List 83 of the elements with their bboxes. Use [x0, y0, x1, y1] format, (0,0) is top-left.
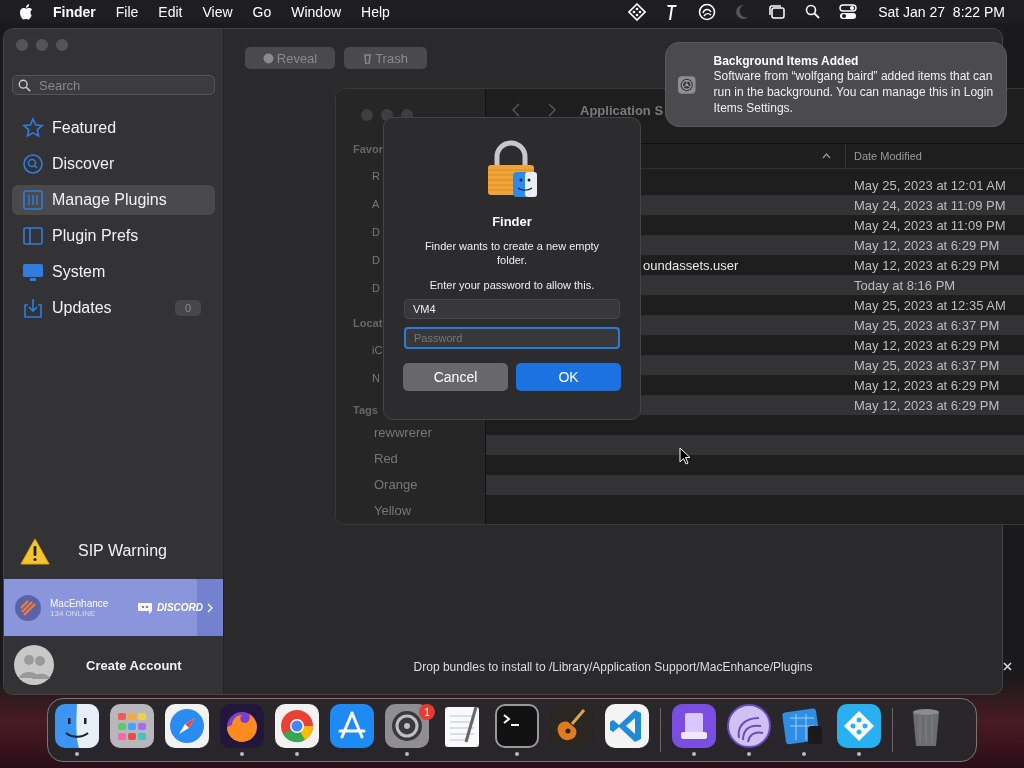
date-cell-text: May 12, 2023 at 6:29 PM: [853, 397, 1000, 413]
sort-caret-icon[interactable]: [822, 153, 831, 159]
ok-button[interactable]: OK: [516, 363, 621, 391]
star-icon: [22, 117, 44, 139]
warning-icon: [20, 537, 50, 565]
sidebar-item[interactable]: Plugin Prefs: [12, 221, 215, 251]
date-cell-text: May 25, 2023 at 12:01 AM: [853, 177, 1006, 193]
sidebar-item[interactable]: System: [12, 257, 215, 287]
guitar-icon[interactable]: [550, 704, 594, 748]
menu-item[interactable]: Window: [291, 3, 342, 20]
dialog-prompt: Enter your password to allow this.: [429, 279, 595, 291]
sidebar-heading: Tags: [353, 404, 379, 416]
community-name: MacEnhance: [50, 597, 109, 609]
search-icon: [18, 79, 31, 92]
notification-title: Background Items Added: [713, 53, 860, 68]
search-icon[interactable]: [805, 4, 821, 19]
date-cell-text: Today at 8:16 PM: [853, 277, 956, 293]
status-text: Drop bundles to install to /Library/Application Support/MacEnhance/Plugins: [412, 660, 814, 676]
swirl-circle-icon[interactable]: [698, 2, 717, 21]
menu-clock[interactable]: Sat Jan 27 8:22 PM: [878, 3, 1005, 20]
menu-item[interactable]: File: [115, 3, 139, 20]
diamond-grid-icon[interactable]: [628, 2, 647, 21]
ribbon-icon[interactable]: [605, 704, 649, 748]
column-header[interactable]: Date Modified: [846, 150, 922, 162]
plugin-icon: [22, 189, 44, 211]
tile-grid-icon[interactable]: [110, 704, 154, 748]
panel-icon: [22, 225, 44, 247]
sidebar-heading: Favor: [353, 143, 383, 155]
dialog-title: Finder: [492, 214, 532, 229]
search-field[interactable]: Search: [12, 75, 215, 95]
magnifier-circle-icon: [22, 153, 44, 175]
compass-icon[interactable]: [165, 704, 209, 748]
menu-app-name[interactable]: Finder: [53, 3, 96, 20]
sidebar-item[interactable]: Featured: [12, 113, 215, 143]
create-account-link[interactable]: Create Account: [86, 657, 182, 673]
user-silhouette-icon: [14, 645, 54, 685]
window-title: Application S: [580, 103, 664, 118]
a-shape-icon[interactable]: [330, 704, 374, 748]
username-field[interactable]: VM4: [404, 299, 620, 319]
date-cell-text: May 25, 2023 at 12:35 AM: [853, 297, 1006, 313]
date-cell-text: May 25, 2023 at 6:37 PM: [853, 317, 1000, 333]
smiling-face-icon[interactable]: [55, 704, 99, 748]
notification-badge: 1: [419, 704, 435, 720]
windows-icon[interactable]: [768, 3, 787, 20]
menu-item[interactable]: Help: [361, 3, 390, 20]
date-cell-text: May 24, 2023 at 11:09 PM: [853, 197, 1006, 213]
menu-item[interactable]: View: [202, 3, 233, 20]
cancel-button[interactable]: Cancel: [403, 363, 508, 391]
sidebar-item[interactable]: Discover: [12, 149, 215, 179]
date-cell-text: May 25, 2023 at 6:37 PM: [853, 357, 1000, 373]
password-field[interactable]: Password: [404, 327, 620, 349]
date-cell-text: May 12, 2023 at 6:29 PM: [853, 237, 1000, 253]
gear-icon[interactable]: [385, 704, 429, 748]
sip-warning-label[interactable]: SIP Warning: [78, 542, 167, 560]
date-cell-text: May 12, 2023 at 6:29 PM: [853, 377, 1000, 393]
swirl-icon[interactable]: [727, 704, 771, 748]
sidebar-item[interactable]: Manage Plugins: [12, 185, 215, 215]
menu-item[interactable]: Edit: [158, 3, 183, 20]
download-icon: [22, 297, 44, 319]
date-cell-text: May 12, 2023 at 6:29 PM: [853, 257, 1000, 273]
online-count: 134 ONLINE: [50, 608, 97, 618]
monitor-icon: [22, 261, 44, 283]
pointer-icon: [679, 447, 691, 465]
menu-item[interactable]: Go: [252, 3, 272, 20]
drive-icon[interactable]: [672, 704, 716, 748]
dialog-message: Finder wants to create a new empty folder.: [423, 239, 601, 267]
padlock-drawing: [485, 140, 539, 198]
circle-icon: [262, 52, 274, 64]
file-name[interactable]: oundassets.user: [643, 257, 739, 273]
ring-icon[interactable]: [275, 704, 319, 748]
trash-icon: [363, 52, 373, 64]
chevron-right-icon: [207, 602, 213, 613]
terminal-icon[interactable]: [495, 704, 539, 748]
flame-globe-icon[interactable]: [220, 704, 264, 748]
apple-icon[interactable]: [19, 3, 33, 20]
close-icon[interactable]: [1003, 662, 1012, 671]
notification-banner[interactable]: Background Items Added Software from “wolfgang baird” added items that can run in the background. You can manage this in Login Items Settings.: [665, 42, 1007, 127]
sidebar-heading: Locat: [353, 317, 383, 329]
date-cell-text: May 24, 2023 at 11:09 PM: [853, 217, 1006, 233]
notification-body: Software from “wolfgang baird” added items that can run in the background. You can manage this in Login Items Settings.: [713, 68, 995, 116]
discord-label: DISCORD: [156, 602, 203, 613]
date-cell-text: May 12, 2023 at 6:29 PM: [853, 337, 1000, 353]
control-center-icon[interactable]: [839, 3, 858, 20]
